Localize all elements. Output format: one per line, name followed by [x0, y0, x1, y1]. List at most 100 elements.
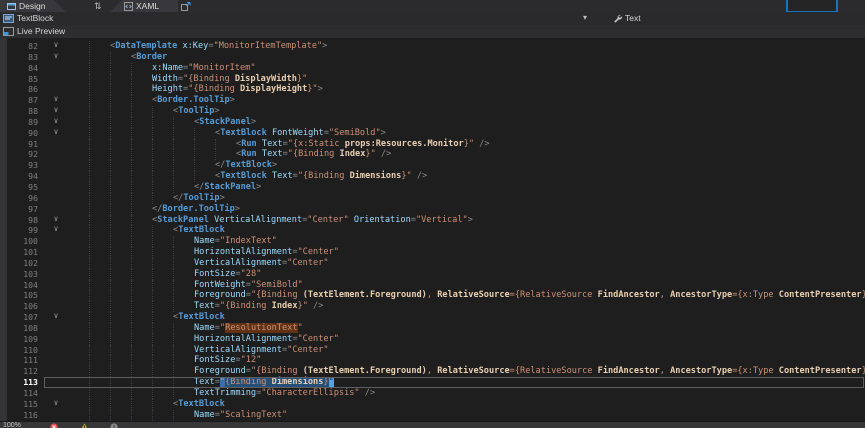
fold-chevron-icon[interactable]: ∨ [50, 51, 62, 62]
code-line-83[interactable]: 83∨<Border [0, 52, 865, 63]
code-line-88[interactable]: 88∨<ToolTip> [0, 106, 865, 117]
indent-guide [110, 215, 111, 226]
breadcrumb-dropdown-icon[interactable]: ▾ [583, 12, 587, 24]
error-icon[interactable] [50, 423, 58, 428]
breadcrumb-element[interactable]: TextBlock [17, 13, 53, 24]
fold-chevron-icon[interactable]: ∨ [50, 105, 62, 116]
indent-guide [89, 345, 90, 356]
line-number: 112 [0, 366, 38, 377]
code-line-110[interactable]: 110VerticalAlignment="Center" [0, 345, 865, 356]
code-line-113[interactable]: 113Text="{Binding Dimensions}" [0, 377, 865, 388]
swap-panes-icon[interactable]: ⇅ [94, 0, 102, 12]
indent-guide [110, 160, 111, 171]
code-line-100[interactable]: 100Name="IndexText" [0, 236, 865, 247]
code-line-106[interactable]: 106Text="{Binding Index}" /> [0, 301, 865, 312]
code-editor[interactable]: 82∨<DataTemplate x:Key="MonitorItemTempl… [0, 38, 865, 421]
code-line-95[interactable]: 95</StackPanel> [0, 182, 865, 193]
indent-guide [89, 204, 90, 215]
indent-guide [131, 399, 132, 410]
fold-chevron-icon[interactable]: ∨ [50, 94, 62, 105]
indent-guide [173, 323, 174, 334]
indent-guide [89, 117, 90, 128]
fold-chevron-icon[interactable]: ∨ [50, 116, 62, 127]
code-line-91[interactable]: 91<Run Text="{x:Static props:Resources.M… [0, 139, 865, 150]
code-text: Foreground="{Binding (TextElement.Foregr… [194, 290, 865, 301]
fold-chevron-icon[interactable]: ∨ [50, 398, 62, 409]
breadcrumb-property[interactable]: Text [625, 13, 641, 24]
code-line-114[interactable]: 114TextTrimming="CharacterEllipsis" /> [0, 388, 865, 399]
indent-guide [152, 334, 153, 345]
line-number: 95 [0, 182, 38, 193]
code-line-112[interactable]: 112Foreground="{Binding (TextElement.For… [0, 366, 865, 377]
indent-guide [131, 128, 132, 139]
indent-guide [194, 139, 195, 150]
code-line-86[interactable]: 86Height="{Binding DisplayHeight}"> [0, 84, 865, 95]
indent-guide [152, 193, 153, 204]
code-line-105[interactable]: 105 Foreground="{Binding (TextElement.For… [0, 290, 865, 301]
zoom-level[interactable]: 100% [3, 422, 21, 428]
code-text: x:Name="MonitorItem" [152, 63, 256, 74]
tab-design-label[interactable]: Design [19, 1, 45, 11]
code-line-93[interactable]: 93</TextBlock> [0, 160, 865, 171]
code-line-94[interactable]: 94<TextBlock Text="{Binding Dimensions}"… [0, 171, 865, 182]
line-number: 97 [0, 204, 38, 215]
design-view-icon [7, 2, 16, 11]
indent-guide [173, 334, 174, 345]
popout-window-icon[interactable] [181, 2, 191, 11]
code-line-109[interactable]: 109HorizontalAlignment="Center" [0, 334, 865, 345]
code-line-104[interactable]: 104FontWeight="SemiBold" [0, 280, 865, 291]
line-number: 90 [0, 128, 38, 139]
code-text: VerticalAlignment="Center" [194, 345, 329, 356]
indent-guide [89, 128, 90, 139]
code-line-97[interactable]: 97 </Border.ToolTip> [0, 204, 865, 215]
fold-chevron-icon[interactable]: ∨ [50, 127, 62, 138]
code-line-85[interactable]: 85Width="{Binding DisplayWidth}" [0, 74, 865, 85]
code-line-111[interactable]: 111FontSize="12" [0, 355, 865, 366]
code-line-102[interactable]: 102VerticalAlignment="Center" [0, 258, 865, 269]
code-line-89[interactable]: 89∨<StackPanel> [0, 117, 865, 128]
code-line-84[interactable]: 84x:Name="MonitorItem" [0, 63, 865, 74]
indent-guide [152, 410, 153, 421]
indent-guide [89, 171, 90, 182]
indent-guide [110, 149, 111, 160]
code-line-108[interactable]: 108Name="ResolutionText" [0, 323, 865, 334]
indent-guide [173, 182, 174, 193]
tab-xaml-label[interactable]: XAML [136, 1, 159, 11]
indent-guide [173, 236, 174, 247]
code-line-96[interactable]: 96</ToolTip> [0, 193, 865, 204]
indent-guide [131, 160, 132, 171]
code-line-82[interactable]: 82∨<DataTemplate x:Key="MonitorItemTempl… [0, 41, 865, 52]
warning-icon[interactable] [80, 423, 89, 428]
indent-guide [152, 171, 153, 182]
fold-chevron-icon[interactable]: ∨ [50, 214, 62, 225]
code-line-107[interactable]: 107∨<TextBlock [0, 312, 865, 323]
line-number: 102 [0, 258, 38, 269]
code-line-98[interactable]: 98∨<StackPanel VerticalAlignment="Center… [0, 215, 865, 226]
code-line-90[interactable]: 90∨<TextBlock FontWeight="SemiBold"> [0, 128, 865, 139]
line-number: 105 [0, 290, 38, 301]
code-text: </Border.ToolTip> [152, 204, 240, 215]
code-line-116[interactable]: 116Name="ScalingText" [0, 410, 865, 421]
indent-guide [110, 399, 111, 410]
code-line-99[interactable]: 99∨<TextBlock [0, 225, 865, 236]
indent-guide [152, 236, 153, 247]
indent-guide [173, 410, 174, 421]
indent-guide [131, 388, 132, 399]
indent-guide [173, 171, 174, 182]
fold-chevron-icon[interactable]: ∨ [50, 224, 62, 235]
fold-chevron-icon[interactable]: ∨ [50, 40, 62, 51]
code-line-101[interactable]: 101HorizontalAlignment="Center" [0, 247, 865, 258]
code-text: HorizontalAlignment="Center" [194, 247, 339, 258]
code-line-103[interactable]: 103FontSize="28" [0, 269, 865, 280]
code-line-87[interactable]: 87∨<Border.ToolTip> [0, 95, 865, 106]
indent-guide [110, 355, 111, 366]
fold-chevron-icon[interactable]: ∨ [50, 311, 62, 322]
indent-guide [110, 301, 111, 312]
message-icon[interactable] [110, 423, 118, 428]
code-text: </ToolTip> [173, 193, 225, 204]
line-number: 100 [0, 236, 38, 247]
live-preview-icon [3, 27, 14, 36]
code-line-92[interactable]: 92<Run Text="{Binding Index}" /> [0, 149, 865, 160]
code-line-115[interactable]: 115∨<TextBlock [0, 399, 865, 410]
code-text: Height="{Binding DisplayHeight}"> [152, 84, 323, 95]
